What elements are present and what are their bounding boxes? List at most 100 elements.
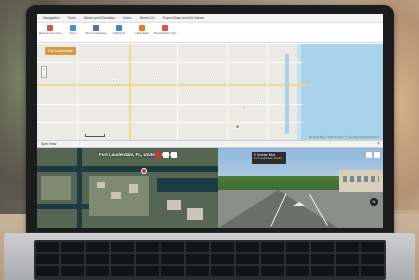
tab-navigation[interactable]: Navigation xyxy=(39,14,64,23)
placeholders-label: Placeholders Only xyxy=(153,31,177,35)
keyboard-key xyxy=(261,242,284,252)
keyboard-key xyxy=(311,242,334,252)
expand-tool-icon[interactable] xyxy=(374,152,380,158)
label-data-button[interactable]: Label Data xyxy=(133,25,151,35)
keyboard-key xyxy=(61,266,84,276)
aerial-roof xyxy=(111,192,121,199)
laptop-screen: Navigation Tools Street and Elevation Ba… xyxy=(37,14,383,228)
measure-arc-button[interactable]: Measure Arc Area xyxy=(38,25,62,35)
keyboard-key xyxy=(186,242,209,252)
location-pin-icon[interactable] xyxy=(141,168,147,174)
street-view[interactable]: E Sunrise Blvd Fort Lauderdale, Florida … xyxy=(218,148,383,228)
ribbon-tab-bar: Navigation Tools Street and Elevation Ba… xyxy=(37,14,383,23)
add-point-button[interactable]: Add Point xyxy=(110,25,128,35)
zoom-control[interactable]: + − xyxy=(41,66,47,78)
map-pin[interactable] xyxy=(243,106,246,109)
keyboard-key xyxy=(311,266,334,276)
keyboard-key xyxy=(161,266,184,276)
keyboard-key xyxy=(86,254,109,264)
tab-basic[interactable]: Basic xyxy=(119,14,136,23)
aerial-block xyxy=(41,176,71,200)
navigation-arrow-icon[interactable] xyxy=(293,202,305,206)
photo-scene: Navigation Tools Street and Elevation Ba… xyxy=(0,0,419,280)
keyboard-key xyxy=(36,266,59,276)
plot-coordinates-button[interactable]: Plot Coordinates xyxy=(85,25,107,35)
map-attribution: Microsoft Bing © 2023 TomTom, © OpenStre… xyxy=(308,136,379,139)
aerial-roof xyxy=(187,208,203,220)
keyboard-key xyxy=(111,242,134,252)
split-view-header: Split View × xyxy=(37,140,383,148)
keyboard-key xyxy=(286,266,309,276)
keyboard-key xyxy=(61,242,84,252)
map-pin[interactable] xyxy=(112,79,115,82)
tab-export[interactable]: Export Data and Alt Values xyxy=(159,14,209,23)
add-point-label: Add Point xyxy=(112,31,126,35)
expand-tool-icon[interactable] xyxy=(163,152,169,158)
aerial-toolbar xyxy=(155,152,177,158)
aerial-canal xyxy=(157,178,218,192)
keyboard-key xyxy=(111,254,134,264)
ribbon-toolbar: Measure Arc Area Zoom Plot Coordinates A… xyxy=(37,23,383,43)
keyboard-key xyxy=(186,266,209,276)
keyboard-key xyxy=(161,254,184,264)
keyboard-key xyxy=(61,254,84,264)
share-tool-icon[interactable] xyxy=(366,152,372,158)
map-road xyxy=(227,44,228,140)
keyboard-key xyxy=(286,254,309,264)
map-pin[interactable] xyxy=(155,72,158,75)
keyboard-key xyxy=(261,266,284,276)
placeholders-button[interactable]: Placeholders Only xyxy=(153,25,177,35)
keyboard-key xyxy=(161,242,184,252)
keyboard-key xyxy=(136,242,159,252)
zoom-button[interactable]: Zoom xyxy=(64,25,82,35)
map-pin[interactable] xyxy=(259,96,262,99)
keyboard-key xyxy=(261,254,284,264)
street-info-card: E Sunrise Blvd Fort Lauderdale, Florida xyxy=(252,152,286,164)
map-pin[interactable] xyxy=(209,76,212,79)
keyboard-key xyxy=(86,242,109,252)
aerial-roof xyxy=(97,182,105,188)
road-map[interactable]: Fort Lauderdale + − Microsoft Bing © 202… xyxy=(37,44,383,140)
zoom-label: Zoom xyxy=(69,31,77,35)
tab-street-elevation[interactable]: Street and Elevation xyxy=(80,14,120,23)
aerial-view[interactable]: Fort Lauderdale, FL, United States xyxy=(37,148,218,228)
pin-tool-icon[interactable] xyxy=(155,152,161,158)
aerial-canal xyxy=(77,148,82,228)
keyboard-key xyxy=(111,266,134,276)
tab-tools[interactable]: Tools xyxy=(64,14,80,23)
map-canal xyxy=(285,54,289,134)
map-road xyxy=(267,44,268,140)
split-view-title: Split View xyxy=(41,142,57,146)
keyboard-key xyxy=(186,254,209,264)
tab-street[interactable]: Street Ch xyxy=(136,14,159,23)
keyboard-key xyxy=(211,242,234,252)
map-location-tag[interactable]: Fort Lauderdale xyxy=(45,47,76,55)
close-icon[interactable]: × xyxy=(377,141,380,148)
street-toolbar xyxy=(366,152,380,158)
aerial-canal xyxy=(37,166,218,172)
keyboard-key xyxy=(136,254,159,264)
layers-tool-icon[interactable] xyxy=(171,152,177,158)
measure-arc-label: Measure Arc Area xyxy=(38,31,62,35)
map-highway xyxy=(129,44,131,140)
keyboard-key xyxy=(336,254,359,264)
keyboard-key xyxy=(236,254,259,264)
aerial-canal xyxy=(37,204,97,209)
keyboard-key xyxy=(236,266,259,276)
keyboard-key xyxy=(336,242,359,252)
selected-map-pin[interactable] xyxy=(235,124,240,129)
compass-icon[interactable]: N xyxy=(370,198,378,206)
street-info-subtitle: Fort Lauderdale, Florida xyxy=(254,157,282,160)
keyboard-key xyxy=(311,254,334,264)
zoom-out-button[interactable]: − xyxy=(42,73,46,79)
keyboard-key xyxy=(36,242,59,252)
plot-coordinates-label: Plot Coordinates xyxy=(85,31,107,35)
keyboard-key xyxy=(211,266,234,276)
ocean xyxy=(301,44,383,140)
keyboard-key xyxy=(211,254,234,264)
map-road xyxy=(77,44,78,140)
street-building-windows xyxy=(343,176,379,182)
map-pin[interactable] xyxy=(97,66,100,69)
map-pin[interactable] xyxy=(187,92,190,95)
aerial-roof xyxy=(167,200,181,210)
